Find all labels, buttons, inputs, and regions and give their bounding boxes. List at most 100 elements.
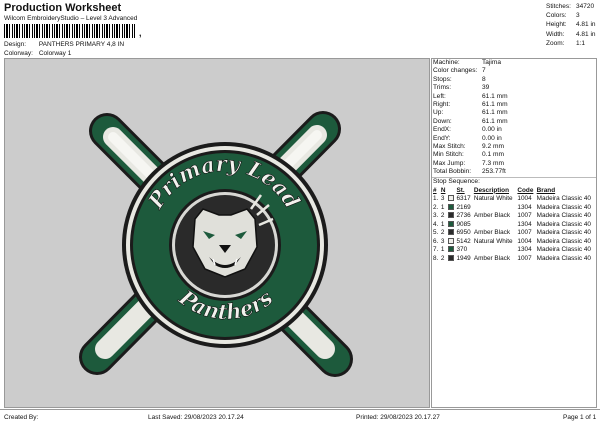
thread-description: Natural White xyxy=(473,237,513,245)
stop-sequence-row: 8. 2 1949 Amber Black 1007 Madeira Classic 40 xyxy=(432,254,596,263)
stitch-count: 6317 xyxy=(456,195,471,203)
row-number: 8. xyxy=(433,254,439,262)
thread-code: 1004 xyxy=(517,195,532,203)
needle-number: 3 xyxy=(440,195,445,203)
info-left: Left: 61.1 mm xyxy=(433,92,508,100)
info-color-changes: Color changes: 7 xyxy=(433,67,486,75)
thread-swatch-icon xyxy=(447,203,454,210)
info-machine: Machine: Tajima xyxy=(433,59,502,66)
stop-sequence-row: 4. 1 9085 1304 Madeira Classic 40 xyxy=(432,220,596,229)
thread-code: 1304 xyxy=(517,220,532,228)
needle-number: 2 xyxy=(440,254,445,262)
info-max-jump: Max Jump: 7.3 mm xyxy=(433,159,504,167)
page-title: Production Worksheet xyxy=(4,2,122,14)
color-swatch xyxy=(447,211,456,220)
thread-brand: Madeira Classic 40 xyxy=(536,195,591,203)
design-preview: Primary Lead Panthers xyxy=(4,58,430,408)
info-right: Right: 61.1 mm xyxy=(433,100,508,108)
colorway-label: Colorway: xyxy=(4,50,33,57)
stop-sequence-row: 3. 2 2736 Amber Black 1007 Madeira Classic 40 xyxy=(432,211,596,220)
thread-description: Amber Black xyxy=(473,254,511,262)
stitch-count: 2169 xyxy=(456,203,471,211)
barcode xyxy=(4,24,136,38)
thread-swatch-icon xyxy=(447,254,454,261)
thread-swatch-icon xyxy=(447,229,454,236)
stat-zoom: Zoom: 1:1 xyxy=(546,39,586,47)
row-number: 2. xyxy=(433,203,439,211)
stat-width: Width: 4.81 in xyxy=(546,30,596,38)
thread-code: 1007 xyxy=(517,229,532,237)
printed-date: Printed: 29/08/2023 20.17.27 xyxy=(356,414,440,421)
color-swatch xyxy=(447,194,456,203)
stop-sequence-row: 6. 3 5142 Natural White 1004 Madeira Classic … xyxy=(432,237,596,246)
stop-sequence-row: 5. 2 6950 Amber Black 1007 Madeira Classic 40 xyxy=(432,228,596,237)
color-swatch xyxy=(447,245,456,254)
info-max-stitch: Max Stitch: 9.2 mm xyxy=(433,142,504,150)
stop-sequence-header: # N St. Description Code Brand xyxy=(433,186,556,194)
design-label: Design: xyxy=(4,41,27,48)
thread-swatch-icon xyxy=(447,195,454,202)
thread-description: Natural White xyxy=(473,195,513,203)
row-number: 3. xyxy=(433,212,439,220)
color-swatch xyxy=(447,203,456,212)
thread-swatch-icon xyxy=(447,237,454,244)
software-subtitle: Wilcom EmbroideryStudio – Level 3 Advanc… xyxy=(4,15,138,22)
colorway-row: Colorway: Colorway 1 xyxy=(4,50,71,57)
thread-code: 1004 xyxy=(517,237,532,245)
colorway-value: Colorway 1 xyxy=(38,50,72,57)
thread-code: 1304 xyxy=(517,246,532,254)
machine-info-panel: Machine: Tajima Color changes: 7 Stops: 8 T… xyxy=(431,58,597,408)
needle-number: 1 xyxy=(440,203,445,211)
row-number: 5. xyxy=(433,229,439,237)
stat-colors: Colors: 3 xyxy=(546,12,580,20)
thread-brand: Madeira Classic 40 xyxy=(536,246,591,254)
thread-description xyxy=(473,220,517,229)
row-number: 7. xyxy=(433,246,439,254)
stitch-count: 9085 xyxy=(456,220,471,228)
barcode-suffix: , xyxy=(139,28,142,38)
thread-brand: Madeira Classic 40 xyxy=(536,212,591,220)
thread-code: 1304 xyxy=(517,203,532,211)
stitch-count: 5142 xyxy=(456,237,471,245)
stop-sequence-row: 7. 1 370 1304 Madeira Classic 40 xyxy=(432,245,596,254)
info-trims: Trims: 39 xyxy=(433,84,490,92)
stitch-count: 6950 xyxy=(456,229,471,237)
stop-sequence-title: Stop Sequence: xyxy=(432,177,596,185)
thread-brand: Madeira Classic 40 xyxy=(536,237,591,245)
info-total-bobbin: Total Bobbin: 253.77ft xyxy=(433,168,506,176)
footer: Created By: Last Saved: 29/08/2023 20.17… xyxy=(0,409,600,424)
color-swatch xyxy=(447,254,456,263)
thread-description xyxy=(473,245,517,254)
thread-brand: Madeira Classic 40 xyxy=(536,220,591,228)
stop-sequence-row: 2. 1 2169 1304 Madeira Classic 40 xyxy=(432,203,596,212)
info-down: Down: 61.1 mm xyxy=(433,117,508,125)
color-swatch xyxy=(447,220,456,229)
created-by: Created By: xyxy=(4,414,39,421)
thread-brand: Madeira Classic 40 xyxy=(536,229,591,237)
design-value: PANTHERS PRIMARY 4,8 IN xyxy=(38,41,125,48)
row-number: 4. xyxy=(433,220,439,228)
needle-number: 2 xyxy=(440,229,445,237)
info-up: Up: 61.1 mm xyxy=(433,109,508,117)
thread-swatch-icon xyxy=(447,246,454,253)
last-saved: Last Saved: 29/08/2023 20.17.24 xyxy=(148,414,244,421)
stitch-count: 2736 xyxy=(456,212,471,220)
thread-brand: Madeira Classic 40 xyxy=(536,203,591,211)
thread-description xyxy=(473,203,517,212)
stitch-count: 370 xyxy=(456,246,468,254)
needle-number: 3 xyxy=(440,237,445,245)
page-number: Page 1 of 1 xyxy=(563,414,597,421)
stop-sequence-table: # N St. Description Code Brand 1. 3 6317 Na… xyxy=(432,186,596,263)
stat-height: Height: 4.81 in xyxy=(546,21,596,29)
stitch-count: 1949 xyxy=(456,254,471,262)
thread-code: 1007 xyxy=(517,212,532,220)
needle-number: 1 xyxy=(440,220,445,228)
embroidery-design: Primary Lead Panthers xyxy=(79,111,353,377)
top-stats: Stitches: 34720 Colors: 3 Height: 4.81 in W… xyxy=(546,2,596,48)
info-stops: Stops: 8 xyxy=(433,75,486,83)
info-endy: EndY: 0.00 in xyxy=(433,134,502,142)
row-number: 6. xyxy=(433,237,439,245)
color-swatch xyxy=(447,228,456,237)
color-swatch xyxy=(447,237,456,246)
stat-stitches: Stitches: 34720 xyxy=(546,3,595,10)
